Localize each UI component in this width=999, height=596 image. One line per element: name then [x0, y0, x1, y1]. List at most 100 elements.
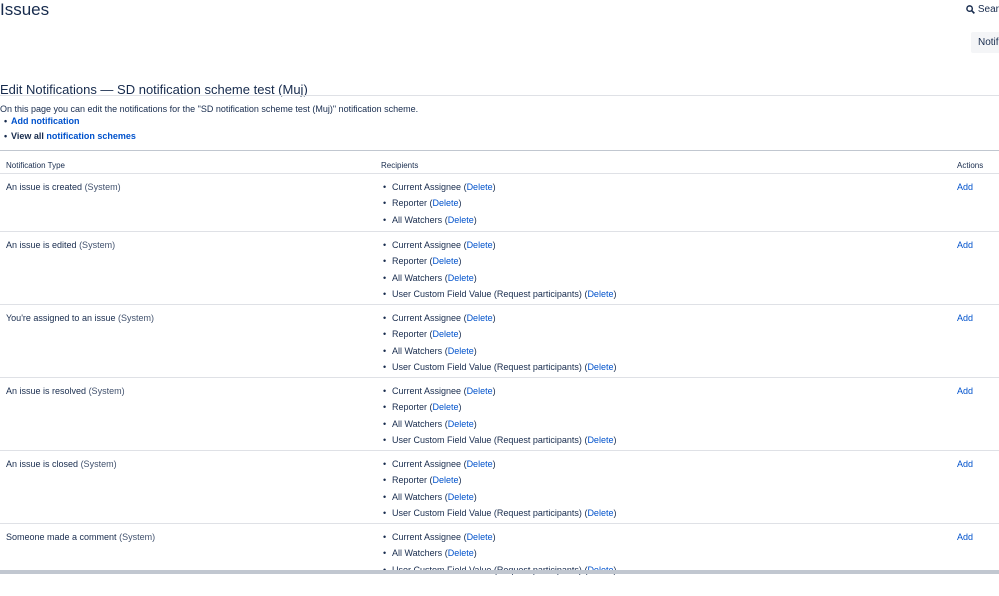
paren-close: ): [458, 256, 462, 267]
paren-close: ): [458, 329, 462, 340]
recipient-item: • All Watchers (Delete): [383, 345, 477, 356]
recipient-item: • Current Assignee (Delete): [383, 459, 496, 469]
add-recipient-link[interactable]: Add: [957, 386, 973, 397]
column-header-type: Notification Type: [6, 161, 65, 170]
system-tag: (System): [88, 386, 125, 396]
delete-recipient-link[interactable]: Delete: [433, 402, 459, 412]
delete-recipient-link[interactable]: Delete: [433, 198, 459, 208]
column-header-actions: Actions: [957, 161, 984, 170]
delete-recipient-link[interactable]: Delete: [433, 329, 459, 339]
delete-recipient-link[interactable]: Delete: [587, 362, 613, 372]
table-row: An issue is edited (System) • Current Assi…: [0, 231, 999, 304]
notification-type-cell: You're assigned to an issue (System): [6, 313, 154, 324]
add-recipient-link[interactable]: Add: [957, 182, 973, 193]
recipient-item: • All Watchers (Delete): [383, 418, 477, 429]
delete-recipient-link[interactable]: Delete: [587, 508, 613, 518]
paren-close: ): [492, 459, 496, 469]
delete-recipient-link[interactable]: Delete: [448, 273, 474, 283]
notification-type-cell: An issue is closed (System): [6, 459, 117, 470]
search-icon: [966, 5, 975, 14]
recipient-name: Reporter: [392, 402, 428, 413]
recipient-name: Current Assignee: [392, 240, 462, 250]
system-tag: (System): [117, 313, 154, 323]
recipient-name: Reporter: [392, 198, 428, 209]
event-name: An issue is created: [6, 182, 83, 192]
recipient-item: • Reporter (Delete): [383, 329, 462, 340]
delete-recipient-link[interactable]: Delete: [467, 240, 493, 250]
paren-close: ): [492, 182, 496, 192]
title-divider: [0, 95, 999, 96]
paren-close: ): [473, 272, 477, 283]
add-notification-item: • Add notification: [4, 116, 80, 126]
table-row: An issue is created (System) • Current Ass…: [0, 174, 999, 231]
recipient-item: • Reporter (Delete): [383, 402, 462, 413]
delete-recipient-link[interactable]: Delete: [467, 182, 493, 192]
recipients-list: • Current Assignee (Delete) • Reporter (Del…: [383, 386, 616, 451]
delete-recipient-link[interactable]: Delete: [587, 289, 613, 299]
recipient-name: Current Assignee: [392, 532, 462, 542]
delete-recipient-link[interactable]: Delete: [467, 386, 493, 396]
delete-recipient-link[interactable]: Delete: [467, 313, 493, 323]
notification-schemes-link[interactable]: notification schemes: [46, 131, 136, 141]
paren-close: ): [473, 548, 477, 559]
event-name: Someone made a comment: [6, 532, 117, 542]
recipient-name: Reporter: [392, 329, 428, 340]
paren-close: ): [458, 475, 462, 486]
event-name: You're assigned to an issue: [6, 313, 116, 323]
delete-recipient-link[interactable]: Delete: [587, 435, 613, 445]
recipients-list: • Current Assignee (Delete) • Reporter (Del…: [383, 313, 616, 378]
paren-close: ): [473, 214, 477, 225]
recipient-name: All Watchers: [392, 491, 443, 502]
paren-close: ): [458, 402, 462, 413]
system-tag: (System): [84, 182, 121, 192]
recipient-item: •User Custom Field Value (Request partic…: [383, 288, 617, 299]
search-label: Sear: [977, 4, 999, 15]
recipient-item: • All Watchers (Delete): [383, 491, 477, 502]
delete-recipient-link[interactable]: Delete: [448, 346, 474, 356]
delete-recipient-link[interactable]: Delete: [448, 419, 474, 429]
view-all-item: • View all notification schemes: [4, 131, 136, 141]
recipient-name: All Watchers: [392, 418, 443, 429]
delete-recipient-link[interactable]: Delete: [467, 459, 493, 469]
system-tag: (System): [80, 459, 117, 469]
recipient-item: • Reporter (Delete): [383, 198, 462, 209]
recipient-name: Current Assignee: [392, 386, 462, 396]
add-recipient-link[interactable]: Add: [957, 240, 973, 251]
delete-recipient-link[interactable]: Delete: [448, 215, 474, 225]
delete-recipient-link[interactable]: Delete: [448, 492, 474, 502]
recipient-item: • All Watchers (Delete): [383, 548, 477, 559]
recipient-name: Reporter: [392, 475, 428, 486]
notification-type-cell: An issue is resolved (System): [6, 386, 125, 397]
horizontal-scrollbar[interactable]: [0, 570, 999, 574]
recipient-item: • Current Assignee (Delete): [383, 313, 496, 323]
delete-recipient-link[interactable]: Delete: [433, 475, 459, 485]
table-row: Someone made a comment (System) • Current …: [0, 523, 999, 596]
recipient-item: • Current Assignee (Delete): [383, 532, 496, 542]
paren-close: ): [473, 491, 477, 502]
recipient-item: •User Custom Field Value (Request partic…: [383, 361, 617, 372]
add-notification-link[interactable]: Add notification: [11, 116, 80, 126]
event-name: An issue is resolved: [6, 386, 87, 396]
add-recipient-link[interactable]: Add: [957, 532, 973, 543]
add-recipient-link[interactable]: Add: [957, 459, 973, 470]
recipient-name: User Custom Field Value (Request partici…: [392, 361, 582, 372]
recipients-list: • Current Assignee (Delete) • Reporter (Del…: [383, 240, 616, 305]
notification-type-cell: Someone made a comment (System): [6, 532, 155, 543]
add-recipient-link[interactable]: Add: [957, 313, 973, 324]
recipient-item: • Current Assignee (Delete): [383, 182, 496, 192]
table-row: An issue is closed (System) • Current Assi…: [0, 450, 999, 523]
delete-recipient-link[interactable]: Delete: [448, 548, 474, 558]
recipient-name: Current Assignee: [392, 459, 462, 469]
search-link[interactable]: Sear: [966, 4, 999, 15]
recipient-name: All Watchers: [392, 548, 443, 559]
table-top-divider: [0, 150, 999, 151]
table-row: An issue is resolved (System) • Current As…: [0, 377, 999, 450]
delete-recipient-link[interactable]: Delete: [467, 532, 493, 542]
event-name: An issue is edited: [6, 240, 77, 250]
delete-recipient-link[interactable]: Delete: [433, 256, 459, 266]
recipients-list: • Current Assignee (Delete) • Reporter (Del…: [383, 459, 616, 524]
paren-close: ): [613, 434, 617, 445]
notifications-button[interactable]: Notifi: [971, 32, 999, 53]
recipient-item: • All Watchers (Delete): [383, 214, 477, 225]
recipient-item: • Current Assignee (Delete): [383, 240, 496, 250]
